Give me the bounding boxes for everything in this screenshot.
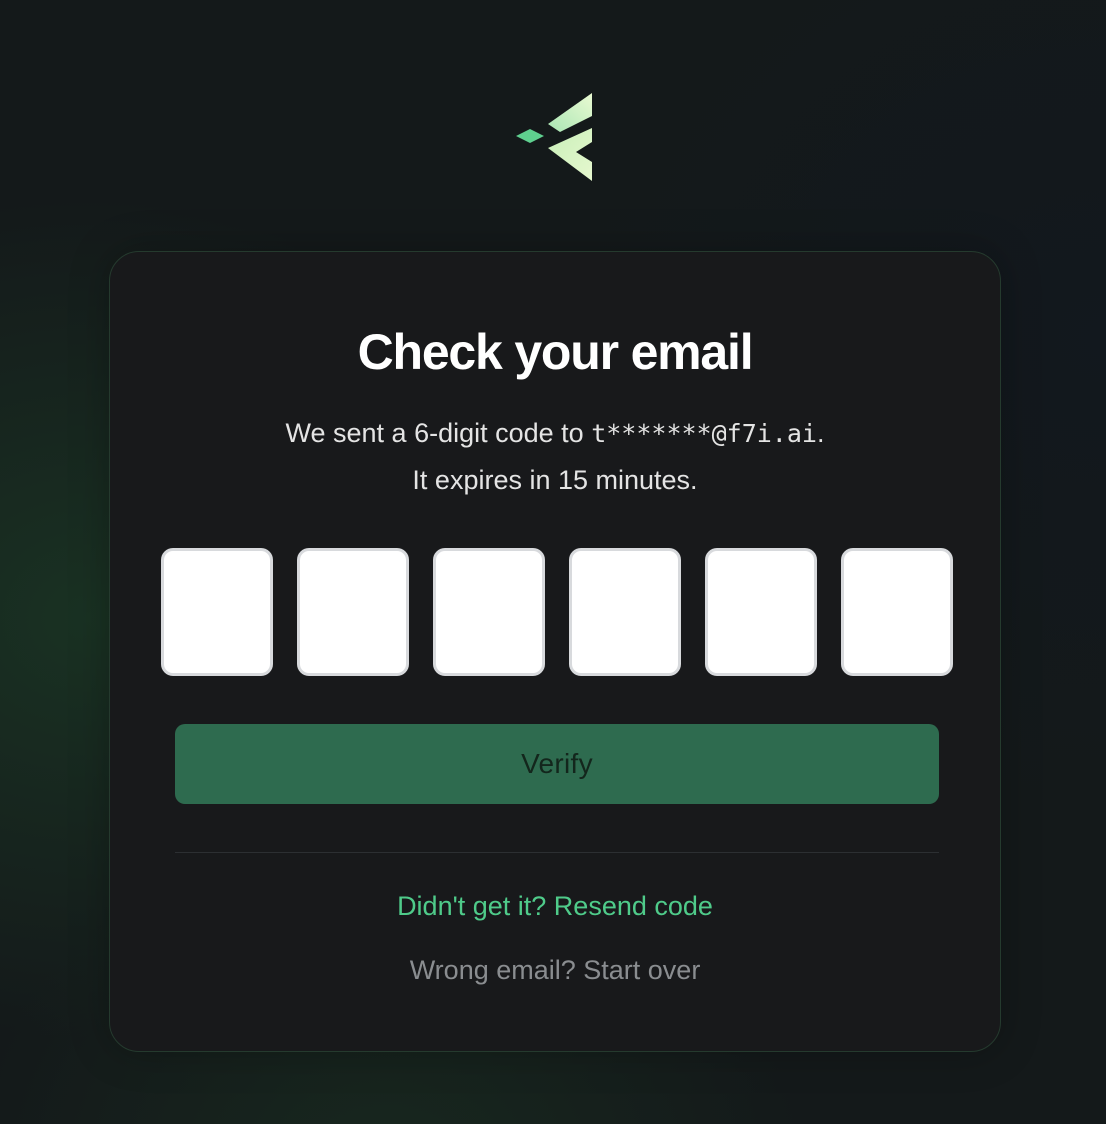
otp-digit-3-input[interactable] [433, 548, 545, 676]
instructions-suffix: . [816, 418, 825, 448]
page-title: Check your email [357, 324, 754, 380]
otp-digit-2-input[interactable] [297, 548, 409, 676]
otp-digit-5-input[interactable] [705, 548, 817, 676]
instructions-prefix: We sent a 6-digit code to [285, 418, 592, 448]
instructions-line-1: We sent a 6-digit code to t*******@f7i.a… [110, 410, 1000, 457]
otp-input-group [161, 548, 955, 676]
instructions-text: We sent a 6-digit code to t*******@f7i.a… [110, 410, 1000, 503]
otp-digit-4-input[interactable] [569, 548, 681, 676]
divider [175, 852, 939, 853]
resend-code-link[interactable]: Didn't get it? Resend code [110, 888, 1000, 924]
otp-digit-1-input[interactable] [161, 548, 273, 676]
masked-email: t*******@f7i.ai [591, 419, 817, 448]
start-over-link[interactable]: Wrong email? Start over [110, 952, 1000, 988]
otp-digit-6-input[interactable] [841, 548, 953, 676]
brand-logo-icon [516, 93, 592, 181]
expiry-note: It expires in 15 minutes. [412, 465, 698, 495]
verification-card: Check your email We sent a 6-digit code … [109, 251, 1001, 1052]
verify-button[interactable]: Verify [175, 724, 939, 804]
